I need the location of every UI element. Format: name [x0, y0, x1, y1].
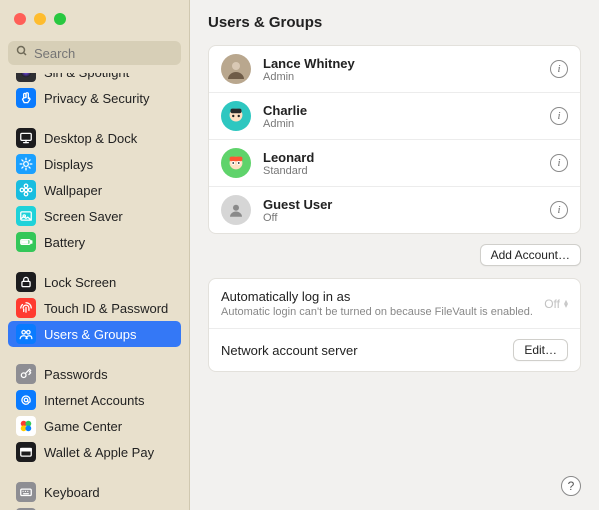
- user-role: Admin: [263, 118, 307, 130]
- lock-icon: [16, 272, 36, 292]
- flower-icon: [16, 180, 36, 200]
- edit-button[interactable]: Edit…: [513, 339, 568, 361]
- sun-icon: [16, 154, 36, 174]
- minimize-window-button[interactable]: [34, 13, 46, 25]
- search-icon: [16, 44, 28, 62]
- sidebar-item-desktop-dock[interactable]: Desktop & Dock: [8, 125, 181, 151]
- sidebar-nav: Siri & Spotlight Privacy & Security Deskto…: [0, 73, 189, 510]
- user-avatar: [221, 101, 251, 131]
- sidebar-item-label: Game Center: [44, 419, 122, 434]
- sidebar-item-label: Passwords: [44, 367, 108, 382]
- settings-panel: Automatically log in as Automatic login …: [208, 278, 581, 372]
- siri-icon: [16, 73, 36, 82]
- help-button[interactable]: ?: [561, 476, 581, 496]
- zoom-window-button[interactable]: [54, 13, 66, 25]
- sidebar-item-label: Touch ID & Password: [44, 301, 168, 316]
- user-name: Guest User: [263, 197, 332, 212]
- user-row[interactable]: CharlieAdmin i: [209, 92, 580, 139]
- user-avatar: [221, 54, 251, 84]
- sidebar-item-label: Desktop & Dock: [44, 131, 137, 146]
- search-field[interactable]: [8, 41, 181, 65]
- auto-login-row[interactable]: Automatically log in as Automatic login …: [209, 279, 580, 328]
- users-icon: [16, 324, 36, 344]
- info-icon[interactable]: i: [550, 201, 568, 219]
- user-name: Leonard: [263, 150, 314, 165]
- sidebar-item-label: Siri & Spotlight: [44, 73, 129, 80]
- fingerprint-icon: [16, 298, 36, 318]
- sidebar-item-label: Wallpaper: [44, 183, 102, 198]
- window-traffic-lights: [0, 0, 189, 38]
- search-input[interactable]: [34, 46, 210, 61]
- user-role: Standard: [263, 165, 314, 177]
- network-account-server-title: Network account server: [221, 343, 358, 358]
- sidebar-item-privacy-security[interactable]: Privacy & Security: [8, 85, 181, 111]
- at-icon: [16, 390, 36, 410]
- desktop-icon: [16, 128, 36, 148]
- sidebar-item-label: Users & Groups: [44, 327, 136, 342]
- sidebar-item-wallpaper[interactable]: Wallpaper: [8, 177, 181, 203]
- sidebar-item-internet-accounts[interactable]: Internet Accounts: [8, 387, 181, 413]
- game-icon: [16, 416, 36, 436]
- user-row[interactable]: Guest UserOff i: [209, 186, 580, 233]
- sidebar-item-game-center[interactable]: Game Center: [8, 413, 181, 439]
- user-role: Off: [263, 212, 332, 224]
- page-title: Users & Groups: [208, 14, 581, 31]
- sidebar-item-label: Wallet & Apple Pay: [44, 445, 154, 460]
- sidebar-item-label: Keyboard: [44, 485, 100, 500]
- auto-login-value: Off ▴▾: [544, 297, 568, 311]
- close-window-button[interactable]: [14, 13, 26, 25]
- key-icon: [16, 364, 36, 384]
- sidebar: Siri & Spotlight Privacy & Security Deskto…: [0, 0, 190, 510]
- user-avatar: [221, 195, 251, 225]
- auto-login-title: Automatically log in as: [221, 289, 534, 304]
- sidebar-item-label: Lock Screen: [44, 275, 116, 290]
- info-icon[interactable]: i: [550, 154, 568, 172]
- network-account-server-row: Network account server Edit…: [209, 328, 580, 371]
- sidebar-item-users-groups[interactable]: Users & Groups: [8, 321, 181, 347]
- user-role: Admin: [263, 71, 355, 83]
- sidebar-item-keyboard[interactable]: Keyboard: [8, 479, 181, 505]
- chevron-updown-icon: ▴▾: [564, 300, 568, 308]
- sidebar-item-displays[interactable]: Displays: [8, 151, 181, 177]
- sidebar-item-label: Internet Accounts: [44, 393, 144, 408]
- sidebar-item-label: Screen Saver: [44, 209, 123, 224]
- sidebar-item-label: Battery: [44, 235, 85, 250]
- sidebar-item-siri-spotlight[interactable]: Siri & Spotlight: [8, 73, 181, 85]
- users-list-panel: Lance WhitneyAdminiCharlieAdminiLeonardS…: [208, 45, 581, 234]
- user-name: Lance Whitney: [263, 56, 355, 71]
- sidebar-item-lock-screen[interactable]: Lock Screen: [8, 269, 181, 295]
- user-name: Charlie: [263, 103, 307, 118]
- user-row[interactable]: LeonardStandard i: [209, 139, 580, 186]
- sidebar-item-battery[interactable]: Battery: [8, 229, 181, 255]
- sidebar-item-label: Displays: [44, 157, 93, 172]
- sidebar-item-touch-id-password[interactable]: Touch ID & Password: [8, 295, 181, 321]
- info-icon[interactable]: i: [550, 60, 568, 78]
- sidebar-item-screen-saver[interactable]: Screen Saver: [8, 203, 181, 229]
- user-row[interactable]: Lance WhitneyAdmin i: [209, 46, 580, 92]
- auto-login-note: Automatic login can't be turned on becau…: [221, 306, 534, 318]
- keyboard-icon: [16, 482, 36, 502]
- sidebar-item-label: Privacy & Security: [44, 91, 149, 106]
- sidebar-item-trackpad[interactable]: Trackpad: [8, 505, 181, 510]
- battery-icon: [16, 232, 36, 252]
- add-account-button[interactable]: Add Account…: [480, 244, 581, 266]
- content-area: Users & Groups Lance WhitneyAdminiCharli…: [190, 0, 599, 510]
- screensaver-icon: [16, 206, 36, 226]
- wallet-icon: [16, 442, 36, 462]
- sidebar-item-passwords[interactable]: Passwords: [8, 361, 181, 387]
- user-avatar: [221, 148, 251, 178]
- hand-icon: [16, 88, 36, 108]
- sidebar-item-wallet-apple-pay[interactable]: Wallet & Apple Pay: [8, 439, 181, 465]
- info-icon[interactable]: i: [550, 107, 568, 125]
